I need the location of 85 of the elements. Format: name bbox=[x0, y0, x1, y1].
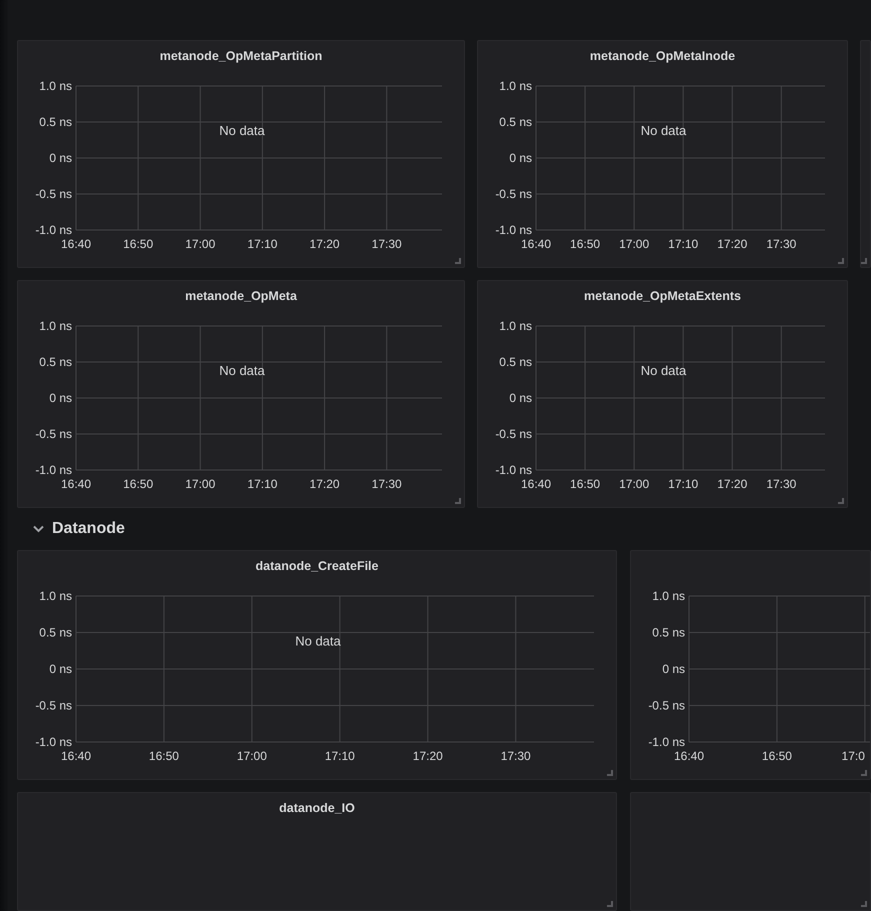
x-axis-label: 17:30 bbox=[766, 237, 796, 251]
x-axis-label: 17:00 bbox=[619, 477, 650, 491]
x-axis-label: 16:40 bbox=[60, 237, 92, 251]
y-axis-label: 0.5 ns bbox=[652, 626, 685, 640]
panel-title[interactable]: datanode_IO bbox=[279, 801, 355, 815]
y-axis-label: 1.0 ns bbox=[39, 79, 72, 93]
y-axis-label: -0.5 ns bbox=[495, 427, 532, 441]
y-axis-label: -0.5 ns bbox=[35, 698, 72, 712]
y-axis-label: 0.5 ns bbox=[39, 115, 72, 129]
resize-handle-icon[interactable] bbox=[861, 258, 867, 264]
y-axis-label: -0.5 ns bbox=[35, 427, 72, 441]
y-axis-label: -1.0 ns bbox=[648, 735, 685, 749]
panel-title[interactable]: metanode_OpMetaInode bbox=[590, 49, 736, 63]
x-axis-label: 16:40 bbox=[674, 749, 704, 763]
x-axis-label: 17:30 bbox=[372, 237, 402, 251]
y-axis-label: 0 ns bbox=[49, 391, 72, 405]
x-axis-label: 16:50 bbox=[570, 477, 600, 491]
panel-title[interactable]: datanode_CreateFile bbox=[256, 559, 378, 573]
y-axis-label: 1.0 ns bbox=[499, 79, 532, 93]
panel-title[interactable]: metanode_OpMetaExtents bbox=[584, 289, 741, 303]
y-axis-label: 0 ns bbox=[49, 151, 72, 165]
x-axis-label: 17:20 bbox=[717, 237, 748, 251]
no-data-message: No data bbox=[640, 362, 686, 378]
x-axis-label: 16:50 bbox=[123, 477, 154, 491]
y-axis-label: -0.5 ns bbox=[495, 187, 532, 201]
resize-handle-icon[interactable] bbox=[861, 770, 867, 776]
y-axis-label: 0 ns bbox=[509, 391, 532, 405]
x-axis-label: 17:00 bbox=[236, 749, 267, 763]
x-axis-label: 16:40 bbox=[520, 477, 552, 491]
resize-handle-icon[interactable] bbox=[861, 901, 867, 907]
x-axis-label: 17:0 bbox=[842, 749, 865, 763]
y-axis-label: -0.5 ns bbox=[35, 187, 72, 201]
x-axis-label: 16:50 bbox=[570, 237, 600, 251]
y-axis-label: 0 ns bbox=[662, 662, 685, 676]
resize-handle-icon[interactable] bbox=[607, 901, 613, 907]
x-axis-label: 16:40 bbox=[60, 749, 92, 763]
x-axis-label: 17:10 bbox=[668, 477, 698, 491]
no-data-message: No data bbox=[640, 122, 686, 138]
y-axis-label: -1.0 ns bbox=[495, 223, 532, 237]
x-axis-label: 17:10 bbox=[247, 237, 278, 251]
x-axis-label: 17:00 bbox=[185, 237, 216, 251]
resize-handle-icon[interactable] bbox=[607, 770, 613, 776]
y-axis-label: 0.5 ns bbox=[499, 355, 532, 369]
x-axis-label: 17:20 bbox=[717, 477, 748, 491]
x-axis-label: 16:50 bbox=[148, 749, 179, 763]
x-axis-label: 17:20 bbox=[412, 749, 443, 763]
y-axis-label: 1.0 ns bbox=[652, 589, 685, 603]
x-axis-label: 17:20 bbox=[310, 237, 340, 251]
x-axis-label: 17:10 bbox=[247, 477, 278, 491]
resize-handle-icon[interactable] bbox=[455, 498, 461, 504]
chevron-icon[interactable] bbox=[33, 525, 44, 533]
y-axis-label: 1.0 ns bbox=[39, 589, 72, 603]
x-axis-label: 16:40 bbox=[520, 237, 552, 251]
y-axis-label: 0 ns bbox=[49, 662, 72, 676]
y-axis-label: 1.0 ns bbox=[499, 319, 532, 333]
y-axis-label: 0.5 ns bbox=[499, 115, 532, 129]
y-axis-label: 0 ns bbox=[509, 151, 532, 165]
no-data-message: No data bbox=[219, 362, 265, 378]
x-axis-label: 16:50 bbox=[123, 237, 154, 251]
row-title[interactable]: Datanode bbox=[52, 520, 125, 538]
x-axis-label: 17:30 bbox=[766, 477, 796, 491]
x-axis-label: 17:30 bbox=[372, 477, 402, 491]
y-axis-label: -1.0 ns bbox=[35, 223, 72, 237]
x-axis-label: 17:00 bbox=[619, 237, 650, 251]
x-axis-label: 17:20 bbox=[310, 477, 340, 491]
x-axis-label: 16:50 bbox=[762, 749, 792, 763]
y-axis-label: 0.5 ns bbox=[39, 626, 72, 640]
no-data-message: No data bbox=[219, 122, 265, 138]
y-axis-label: 0.5 ns bbox=[39, 355, 72, 369]
x-axis-label: 17:00 bbox=[185, 477, 216, 491]
panel-title[interactable]: metanode_OpMeta bbox=[185, 289, 297, 303]
x-axis-label: 17:10 bbox=[668, 237, 698, 251]
x-axis-label: 17:10 bbox=[324, 749, 355, 763]
y-axis-label: -0.5 ns bbox=[648, 698, 685, 712]
resize-handle-icon[interactable] bbox=[838, 498, 844, 504]
x-axis-label: 16:40 bbox=[60, 477, 92, 491]
panel-title[interactable]: metanode_OpMetaPartition bbox=[160, 49, 322, 63]
y-axis-label: -1.0 ns bbox=[35, 463, 72, 477]
y-axis-label: 1.0 ns bbox=[39, 319, 72, 333]
y-axis-label: -1.0 ns bbox=[495, 463, 532, 477]
resize-handle-icon[interactable] bbox=[838, 258, 844, 264]
x-axis-label: 17:30 bbox=[500, 749, 531, 763]
y-axis-label: -1.0 ns bbox=[35, 735, 72, 749]
resize-handle-icon[interactable] bbox=[455, 258, 461, 264]
no-data-message: No data bbox=[295, 634, 341, 649]
